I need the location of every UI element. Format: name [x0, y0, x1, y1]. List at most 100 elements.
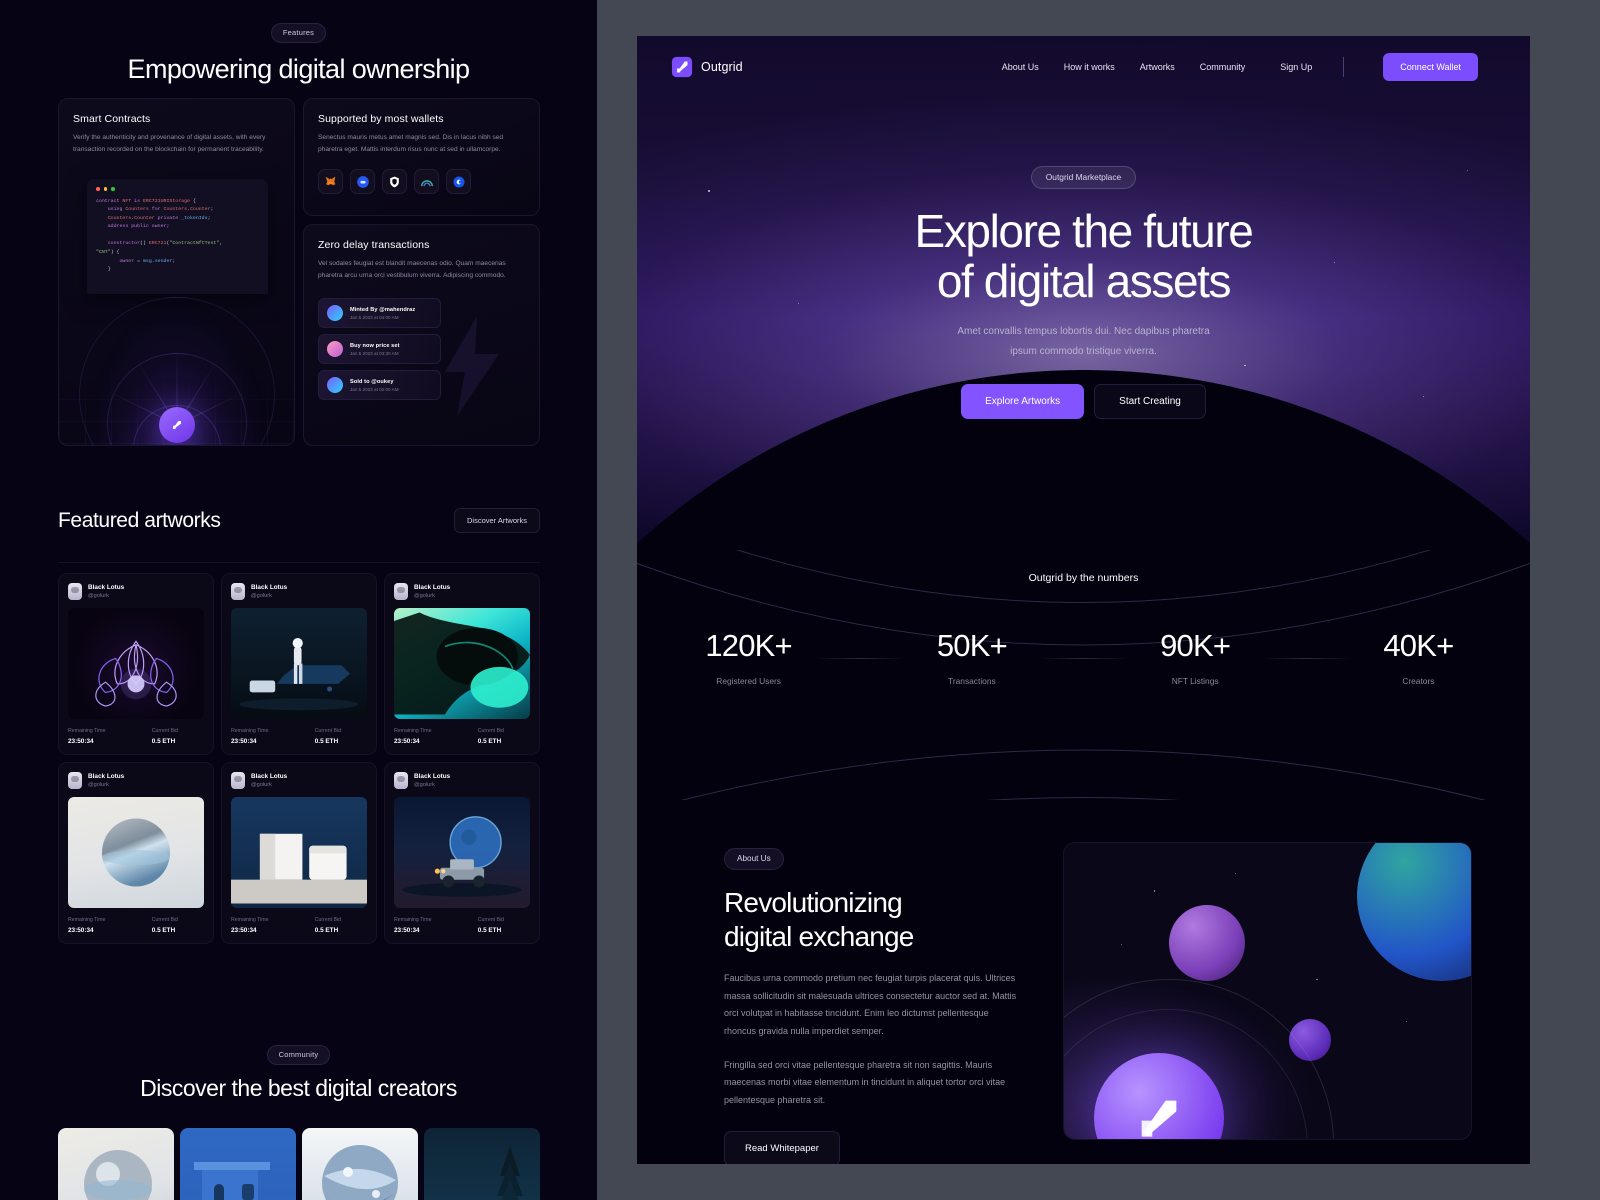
- nft-card[interactable]: Black Lotus @golurk Remaining Time 23:50…: [58, 573, 214, 755]
- stat-value: 40K+: [1383, 628, 1454, 663]
- about-badge: About Us: [724, 848, 784, 870]
- coinbase-wallet-icon[interactable]: [350, 169, 375, 195]
- nft-artwork-astronaut-car: [231, 608, 367, 719]
- creator-tile-blue-house[interactable]: [180, 1128, 296, 1200]
- sign-up-link[interactable]: Sign Up: [1280, 62, 1312, 72]
- nav-link-about-us[interactable]: About Us: [1002, 62, 1039, 72]
- connect-wallet-button[interactable]: Connect Wallet: [1383, 53, 1478, 81]
- transaction-list: Minted By @mahendraz Jan 5 2023 at 04:00…: [318, 298, 525, 418]
- smart-contracts-graphic: [59, 265, 294, 445]
- nft-artwork-neon-lotus: [68, 608, 204, 719]
- remaining-time-value: 23:50:34: [231, 927, 257, 934]
- hero-title-line-1: Explore the future: [914, 205, 1254, 257]
- hero-subtitle: Amet convallis tempus lobortis dui. Nec …: [637, 322, 1530, 362]
- nft-card[interactable]: Black Lotus @golurk Remaining Time 23:50…: [221, 762, 377, 944]
- creator-tile-night-forest[interactable]: [424, 1128, 540, 1200]
- remaining-time-label: Remaining Time: [394, 917, 432, 923]
- zero-delay-title: Zero delay transactions: [318, 239, 430, 251]
- smart-contracts-card: Smart Contracts Verify the authenticity …: [58, 98, 295, 446]
- list-item[interactable]: Buy now price set Jan 5 2023 at 03:30 AM: [318, 334, 441, 365]
- community-heading: Discover the best digital creators: [140, 1075, 457, 1101]
- community-badge: Community: [266, 1045, 331, 1065]
- nft-name: Black Lotus: [251, 773, 288, 780]
- remaining-time-label: Remaining Time: [68, 917, 106, 923]
- current-bid-value: 0.5 ETH: [477, 927, 502, 934]
- hero-actions: Explore Artworks Start Creating: [637, 384, 1530, 420]
- list-item[interactable]: Minted By @mahendraz Jan 5 2023 at 04:00…: [318, 298, 441, 329]
- transaction-time: Jan 5 2023 at 03:30 AM: [350, 351, 399, 357]
- nft-card[interactable]: Black Lotus @golurk Remaining Time 23:50…: [58, 762, 214, 944]
- featured-artworks-header: Featured artworks Discover Artworks: [58, 508, 540, 533]
- current-bid-value: 0.5 ETH: [314, 927, 339, 934]
- transaction-title: Buy now price set: [350, 342, 400, 349]
- nft-handle: @golurk: [251, 593, 272, 599]
- nft-handle: @golurk: [414, 782, 435, 788]
- smart-contracts-body: Verify the authenticity and provenance o…: [73, 134, 266, 154]
- nft-handle: @golurk: [88, 782, 109, 788]
- remaining-time-value: 23:50:34: [68, 738, 94, 745]
- stat-label: NFT Listings: [1171, 676, 1219, 686]
- start-creating-button[interactable]: Start Creating: [1094, 384, 1206, 420]
- avatar: [68, 772, 82, 789]
- hero-section: Outgrid About Us How it works Artworks C…: [637, 36, 1530, 550]
- avatar: [327, 305, 343, 322]
- nft-handle: @golurk: [251, 782, 272, 788]
- rainbow-wallet-icon[interactable]: [414, 169, 439, 195]
- hero-subtitle-line-1: Amet convallis tempus lobortis dui. Nec …: [957, 326, 1210, 338]
- creator-tile-glass-globe[interactable]: [302, 1128, 418, 1200]
- discover-artworks-button[interactable]: Discover Artworks: [453, 508, 540, 533]
- trust-wallet-icon[interactable]: [382, 169, 407, 195]
- hero-subtitle-line-2: ipsum commodo tristique viverra.: [1010, 346, 1157, 358]
- avatar: [394, 772, 408, 789]
- outgrid-logo-orb: [158, 407, 195, 443]
- stat-label: Creators: [1402, 676, 1435, 686]
- nft-handle: @golurk: [414, 593, 435, 599]
- nft-card[interactable]: Black Lotus @golurk Remaining Time 23:50…: [384, 762, 540, 944]
- transaction-title: Minted By @mahendraz: [350, 306, 416, 313]
- nft-artwork-white-podium: [231, 797, 367, 908]
- nft-handle: @golurk: [88, 593, 109, 599]
- current-bid-label: Current Bid: [477, 728, 504, 734]
- nav-link-artworks[interactable]: Artworks: [1140, 62, 1175, 72]
- about-heading-line-2: digital exchange: [724, 921, 914, 953]
- nav-link-how-it-works[interactable]: How it works: [1064, 62, 1115, 72]
- about-paragraph-2: Fringilla sed orci vitae pellentesque ph…: [724, 1059, 1006, 1105]
- list-item[interactable]: Sold to @oukey Jan 5 2023 at 02:00 AM: [318, 370, 441, 401]
- screenshot-stage: Features Empowering digital ownership Sm…: [0, 0, 1600, 1200]
- stat-value: 50K+: [936, 628, 1008, 663]
- brand-name: Outgrid: [701, 60, 743, 74]
- hero-title-line-2: of digital assets: [936, 255, 1232, 308]
- walletconnect-icon[interactable]: [446, 169, 471, 195]
- nft-name: Black Lotus: [251, 584, 288, 591]
- creator-tile-chrome-orb[interactable]: [58, 1128, 174, 1200]
- nav-divider: [1343, 57, 1345, 77]
- stats-title: Outgrid by the numbers: [1028, 572, 1139, 584]
- metamask-icon[interactable]: [318, 169, 343, 195]
- top-navigation: Outgrid About Us How it works Artworks C…: [637, 36, 1530, 98]
- about-artwork: [1063, 842, 1472, 1140]
- nft-card[interactable]: Black Lotus @golurk Remaining Time 23:50…: [221, 573, 377, 755]
- current-bid-value: 0.5 ETH: [477, 738, 502, 745]
- brand-logo[interactable]: Outgrid: [671, 56, 743, 78]
- nav-link-community[interactable]: Community: [1200, 62, 1246, 72]
- hero-badge: Outgrid Marketplace: [1030, 166, 1137, 189]
- hero-title: Explore the future of digital assets: [637, 206, 1530, 306]
- about-paragraph-1: Faucibus urna commodo pretium nec feugia…: [724, 973, 1017, 1036]
- left-preview-panel: Features Empowering digital ownership Sm…: [0, 0, 597, 1200]
- close-dot-icon: [96, 187, 100, 191]
- current-bid-label: Current Bid: [151, 917, 178, 923]
- explore-artworks-button[interactable]: Explore Artworks: [961, 384, 1085, 420]
- current-bid-label: Current Bid: [477, 917, 504, 923]
- nft-artwork-chrome-sphere: [68, 797, 204, 908]
- community-header: Community Discover the best digital crea…: [0, 1044, 597, 1102]
- wallet-icon-row: [318, 169, 525, 195]
- outgrid-arrow-icon: [1141, 1100, 1177, 1137]
- outgrid-logo-icon: [671, 56, 693, 78]
- transaction-title: Sold to @oukey: [350, 378, 394, 385]
- nft-card[interactable]: Black Lotus @golurk Remaining Time 23:50…: [384, 573, 540, 755]
- nav-links: About Us How it works Artworks Community…: [1002, 53, 1478, 81]
- read-whitepaper-button[interactable]: Read Whitepaper: [724, 1131, 840, 1164]
- stat-value: 90K+: [1160, 628, 1231, 663]
- remaining-time-value: 23:50:34: [68, 927, 94, 934]
- stat-value: 120K+: [705, 628, 792, 663]
